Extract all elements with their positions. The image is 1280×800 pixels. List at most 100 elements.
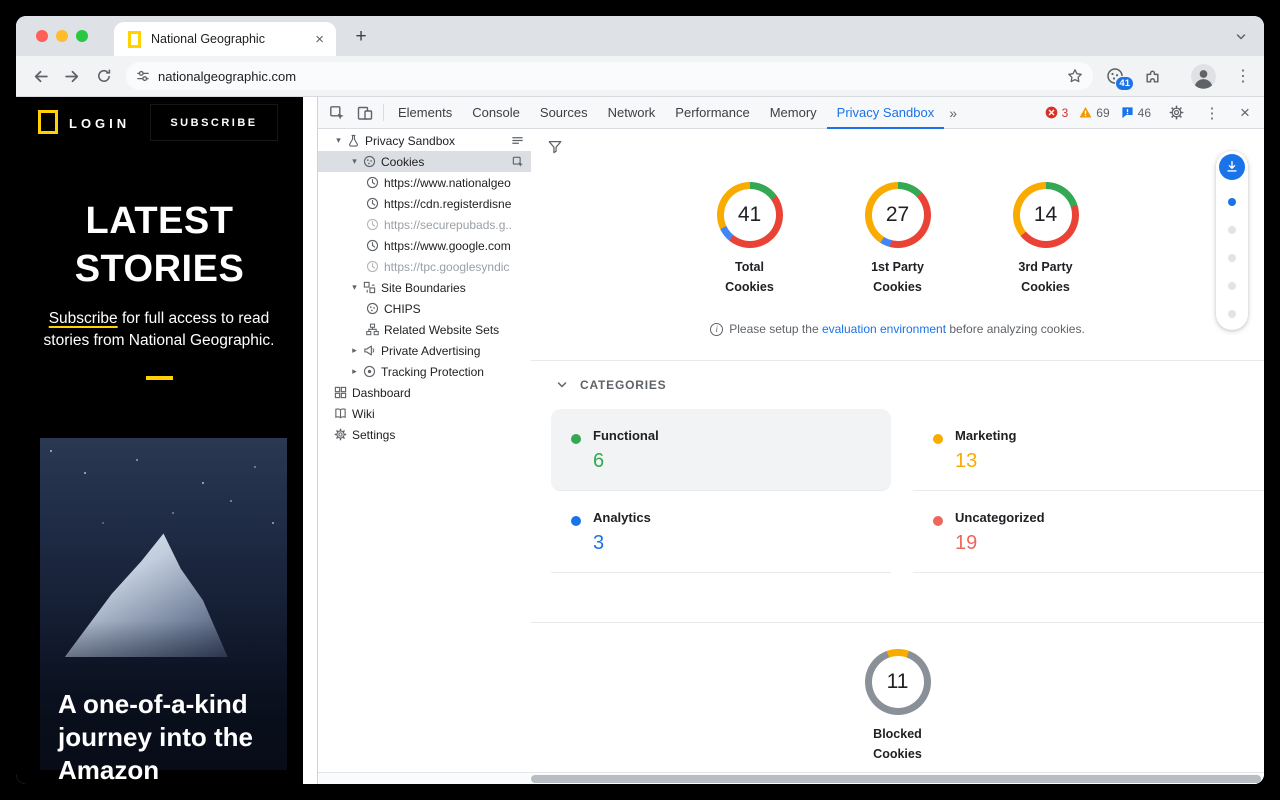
tree-item-url-nationalgeographic[interactable]: https://www.nationalgeo — [318, 172, 531, 193]
device-toolbar-icon[interactable] — [351, 99, 379, 127]
story-title[interactable]: A one-of-a-kind journey into the Amazon — [58, 688, 253, 784]
tab-console[interactable]: Console — [462, 97, 530, 129]
subscribe-inline-link[interactable]: Subscribe — [49, 310, 118, 327]
tab-network[interactable]: Network — [598, 97, 666, 129]
third-party-cookies-label: 3rd Party Cookies — [1010, 257, 1082, 297]
forward-button[interactable] — [56, 60, 88, 92]
tree-item-related-website-sets[interactable]: Related Website Sets — [318, 319, 531, 340]
subscribe-button[interactable]: SUBSCRIBE — [150, 104, 278, 141]
window-minimize-button[interactable] — [56, 30, 68, 42]
tree-item-settings[interactable]: Settings — [318, 424, 531, 445]
tree-item-tracking-protection[interactable]: ▸ Tracking Protection — [318, 361, 531, 382]
devtools-body: ▾ Privacy Sandbox ▾ Cookies https://www.… — [318, 129, 1264, 772]
blocked-cookies-donut: 11 — [865, 649, 931, 715]
privacy-sandbox-main: 41 Total Cookies 27 1st Party Cookies — [531, 129, 1264, 772]
first-party-cookies-card: 27 1st Party Cookies — [852, 182, 944, 297]
tree-item-privacy-sandbox[interactable]: ▾ Privacy Sandbox — [318, 130, 531, 151]
tree-item-url-securepubads[interactable]: https://securepubads.g.. — [318, 214, 531, 235]
category-uncategorized[interactable]: Uncategorized 19 — [913, 491, 1264, 573]
national-geographic-page: LOGIN SUBSCRIBE LATEST STORIES Subscribe… — [16, 97, 303, 784]
section-nav-dots — [1228, 198, 1236, 318]
tab-strip: National Geographic × + — [16, 16, 1264, 56]
tree-menu-icon[interactable] — [510, 133, 525, 148]
expand-arrow-icon[interactable]: ▾ — [332, 135, 345, 146]
tab-performance[interactable]: Performance — [665, 97, 759, 129]
clock-icon — [364, 259, 380, 274]
browser-window: National Geographic × + nationalgeograph… — [16, 16, 1264, 784]
stars-decoration — [50, 450, 52, 452]
categories-grid: Functional 6 Marketing 13 Analytics — [531, 409, 1264, 573]
tree-item-url-google[interactable]: https://www.google.com — [318, 235, 531, 256]
browser-toolbar: nationalgeographic.com 41 ⋮ — [16, 56, 1264, 97]
tree-item-private-advertising[interactable]: ▸ Private Advertising — [318, 340, 531, 361]
expand-arrow-icon[interactable]: ▾ — [348, 156, 361, 167]
bookmark-star-icon[interactable] — [1067, 68, 1083, 84]
collapse-arrow-icon[interactable]: ▸ — [348, 345, 361, 356]
issues-count[interactable]: 46 — [1121, 106, 1151, 120]
download-report-button[interactable] — [1219, 154, 1245, 180]
blocked-cookies-card: 11 Blocked Cookies — [531, 649, 1264, 764]
tab-sources[interactable]: Sources — [530, 97, 598, 129]
error-count[interactable]: 3 — [1045, 106, 1069, 120]
inspect-element-icon[interactable] — [323, 99, 351, 127]
blocked-cookies-value: 11 — [872, 656, 924, 708]
url-text[interactable]: nationalgeographic.com — [158, 69, 1067, 84]
tree-item-chips[interactable]: CHIPS — [318, 298, 531, 319]
tree-item-url-registerdisney[interactable]: https://cdn.registerdisne — [318, 193, 531, 214]
category-analytics[interactable]: Analytics 3 — [551, 491, 891, 573]
evaluation-environment-link[interactable]: evaluation environment — [822, 322, 946, 336]
cookies-report: 41 Total Cookies 27 1st Party Cookies — [531, 129, 1264, 764]
category-marketing[interactable]: Marketing 13 — [913, 409, 1264, 491]
extensions-puzzle-icon[interactable] — [1139, 63, 1165, 89]
tree-item-site-boundaries[interactable]: ▾ Site Boundaries — [318, 277, 531, 298]
nav-dot[interactable] — [1228, 310, 1236, 318]
tab-search-chevron-icon[interactable] — [1230, 26, 1252, 48]
console-status: 3 69 46 ⋮ × — [1045, 99, 1256, 127]
window-zoom-button[interactable] — [76, 30, 88, 42]
browser-tab[interactable]: National Geographic × — [114, 22, 336, 56]
nav-dot[interactable] — [1228, 198, 1236, 206]
site-settings-icon[interactable] — [136, 69, 150, 83]
total-cookies-card: 41 Total Cookies — [704, 182, 796, 297]
nav-dot[interactable] — [1228, 282, 1236, 290]
profile-avatar[interactable] — [1191, 64, 1216, 89]
devtools-settings-gear-icon[interactable] — [1162, 99, 1190, 127]
warning-count[interactable]: 69 — [1079, 106, 1109, 120]
devtools-close-icon[interactable]: × — [1234, 103, 1256, 123]
total-cookies-donut: 41 — [717, 182, 783, 248]
browser-menu-icon[interactable]: ⋮ — [1232, 63, 1254, 89]
new-tab-button[interactable]: + — [348, 24, 374, 50]
tab-privacy-sandbox[interactable]: Privacy Sandbox — [827, 97, 945, 129]
privacy-sandbox-flask-icon — [345, 133, 361, 148]
category-functional[interactable]: Functional 6 — [551, 409, 891, 491]
clock-icon — [364, 175, 380, 190]
collapse-arrow-icon[interactable]: ▸ — [348, 366, 361, 377]
filter-funnel-icon[interactable] — [543, 135, 567, 159]
reload-button[interactable] — [88, 60, 120, 92]
cookie-extension-icon[interactable]: 41 — [1103, 63, 1127, 89]
tree-item-cookies[interactable]: ▾ Cookies — [318, 151, 531, 172]
tree-item-dashboard[interactable]: Dashboard — [318, 382, 531, 403]
horizontal-scrollbar[interactable] — [318, 772, 1264, 784]
tree-item-wiki[interactable]: Wiki — [318, 403, 531, 424]
window-controls — [36, 30, 88, 42]
tree-item-url-googlesyndication[interactable]: https://tpc.googlesyndic — [318, 256, 531, 277]
tab-memory[interactable]: Memory — [760, 97, 827, 129]
tab-close-icon[interactable]: × — [311, 32, 328, 47]
back-button[interactable] — [24, 60, 56, 92]
address-bar[interactable]: nationalgeographic.com — [126, 62, 1093, 90]
nav-dot[interactable] — [1228, 254, 1236, 262]
devtools-menu-icon[interactable]: ⋮ — [1201, 104, 1223, 122]
expand-arrow-icon[interactable]: ▾ — [348, 282, 361, 293]
nav-dot[interactable] — [1228, 226, 1236, 234]
scrollbar-thumb[interactable] — [531, 775, 1261, 783]
tab-elements[interactable]: Elements — [388, 97, 462, 129]
login-link[interactable]: LOGIN — [69, 116, 130, 131]
page-scrollbar[interactable] — [303, 97, 317, 784]
more-tabs-icon[interactable]: » — [944, 105, 962, 121]
window-close-button[interactable] — [36, 30, 48, 42]
clock-icon — [364, 217, 380, 232]
categories-header[interactable]: CATEGORIES — [531, 361, 1264, 409]
inspect-icon[interactable] — [510, 154, 525, 169]
national-geographic-logo[interactable] — [38, 110, 58, 134]
